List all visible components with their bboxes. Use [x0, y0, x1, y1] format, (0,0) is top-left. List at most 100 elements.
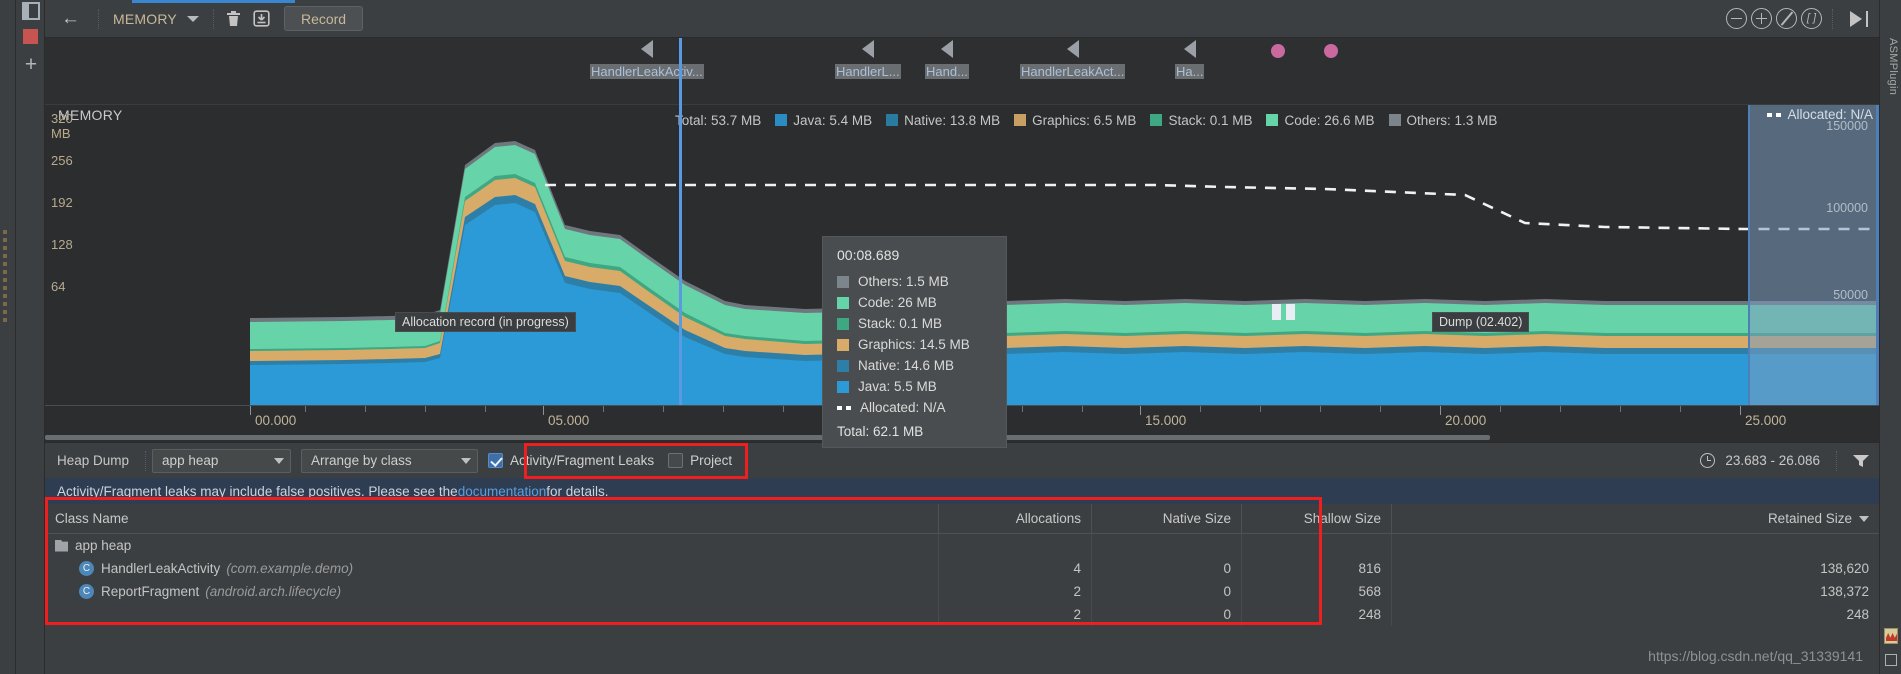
record-button[interactable]: Record	[283, 6, 364, 31]
asm-plugin-tab[interactable]: ASMPlugin	[1883, 38, 1899, 158]
toolbar-right-controls: [ ]	[1726, 8, 1879, 29]
heap-dump-tag[interactable]: Dump (02.402)	[1432, 312, 1530, 332]
heap-dump-title: Heap Dump	[57, 453, 130, 468]
col-shallow-size[interactable]: Shallow Size	[1242, 504, 1392, 533]
arrange-select[interactable]: Arrange by class	[301, 448, 479, 473]
activity-event-label: HandlerLeakActiv...	[590, 64, 704, 79]
record-button-label: Record	[300, 10, 347, 27]
activity-event[interactable]: Hand...	[925, 40, 969, 79]
user-event-dot[interactable]	[1324, 44, 1338, 58]
legend-total: Total: 53.7 MB	[675, 113, 761, 128]
tooltip-allocated-label: Allocated: N/A	[860, 400, 946, 415]
right-tool-strip: ASMPlugin	[1879, 0, 1901, 674]
class-name-label: ReportFragment	[101, 584, 200, 599]
banner-text-after: for details.	[546, 483, 609, 499]
cell-class-name	[45, 603, 939, 626]
tooltip-stack-label: Stack: 0.1 MB	[858, 316, 943, 331]
tool-window-icon[interactable]	[22, 2, 40, 20]
left-gutter	[0, 0, 16, 674]
allocation-record-tag[interactable]: Allocation record (in progress)	[395, 312, 576, 332]
back-button[interactable]: ←	[45, 9, 92, 28]
activity-event[interactable]: HandlerLeakAct...	[1020, 40, 1126, 79]
table-row[interactable]: C HandlerLeakActivity (com.example.demo)…	[45, 557, 1879, 580]
table-row[interactable]: app heap	[45, 534, 1879, 557]
tooltip-row-graphics: Graphics: 14.5 MB	[823, 334, 1006, 355]
checkbox-icon[interactable]	[668, 453, 684, 468]
chevron-down-icon	[274, 457, 285, 464]
cell-native-size: 0	[1092, 557, 1242, 580]
divider	[212, 8, 214, 29]
project-checkbox[interactable]: Project	[668, 453, 732, 468]
heap-dump-table[interactable]: Class Name Allocations Native Size Shall…	[45, 504, 1879, 638]
zoom-out-icon[interactable]	[1726, 8, 1747, 29]
activity-event-label: HandlerLeakAct...	[1020, 64, 1126, 79]
cell-shallow-size: 248	[1242, 603, 1392, 626]
trash-icon[interactable]	[220, 6, 248, 32]
table-row[interactable]: 2 0 248 248	[45, 603, 1879, 626]
table-row[interactable]: C ReportFragment (android.arch.lifecycle…	[45, 580, 1879, 603]
cell-retained-size	[1392, 534, 1879, 557]
cell-allocations: 2	[939, 603, 1092, 626]
class-icon: C	[79, 584, 94, 599]
active-tab-underline	[132, 0, 295, 3]
legend-native-label: Native: 13.8 MB	[904, 112, 1001, 128]
cell-retained-size: 248	[1846, 607, 1869, 622]
user-event-dot[interactable]	[1271, 44, 1285, 58]
legend-total-label: Total: 53.7 MB	[675, 112, 762, 128]
reset-zoom-icon[interactable]	[1776, 8, 1797, 29]
leaks-checkbox[interactable]: Activity/Fragment Leaks	[488, 453, 654, 468]
jump-to-live-icon[interactable]	[1849, 9, 1871, 29]
activity-event[interactable]: HandlerLeakActiv...	[590, 40, 704, 79]
legend-stack: Stack: 0.1 MB	[1150, 113, 1252, 128]
tooltip-native-label: Native: 14.6 MB	[858, 358, 955, 373]
heap-dump-selection-region[interactable]: 150000 100000 50000	[1748, 105, 1879, 405]
memory-profiler-window: + ← MEMORY Record [ ] ASMPlugin HandlerL…	[0, 0, 1901, 674]
project-checkbox-label: Project	[690, 453, 733, 468]
zoom-to-selection-icon[interactable]: [ ]	[1801, 8, 1822, 29]
activity-collapse-arrow	[861, 40, 874, 58]
col-class-name[interactable]: Class Name	[45, 504, 939, 533]
tooltip-row-allocated: Allocated: N/A	[823, 397, 1006, 418]
banner-text-before: Activity/Fragment leaks may include fals…	[57, 483, 458, 499]
checkbox-icon[interactable]	[488, 453, 504, 468]
tooltip-java-label: Java: 5.5 MB	[858, 379, 937, 394]
plus-icon[interactable]: +	[22, 54, 40, 75]
cell-class-name: C HandlerLeakActivity (com.example.demo)	[45, 557, 939, 580]
scrollbar-thumb[interactable]	[45, 435, 1490, 440]
documentation-link[interactable]: documentation	[458, 484, 547, 499]
cell-allocations: 2	[939, 580, 1092, 603]
chevron-down-icon[interactable]	[186, 15, 199, 22]
tool-window-icon[interactable]	[1885, 654, 1897, 666]
timeline-playhead[interactable]	[679, 38, 682, 405]
gc-marker-icon[interactable]	[1286, 304, 1295, 320]
export-capture-icon[interactable]	[248, 6, 276, 32]
gc-marker-icon[interactable]	[1272, 304, 1281, 320]
col-native-size[interactable]: Native Size	[1092, 504, 1242, 533]
tooltip-row-stack: Stack: 0.1 MB	[823, 313, 1006, 334]
divider	[145, 450, 147, 471]
cell-class-name: C ReportFragment (android.arch.lifecycle…	[45, 580, 939, 603]
x-tick-label: 00.000	[255, 413, 297, 428]
heap-icon	[55, 539, 68, 552]
heap-select[interactable]: app heap	[152, 448, 292, 473]
session-label: MEMORY	[113, 10, 177, 27]
graphics-swatch	[837, 338, 849, 351]
sort-desc-icon	[1859, 515, 1869, 522]
package-label: (android.arch.lifecycle)	[205, 584, 342, 599]
class-name-label: HandlerLeakActivity	[101, 561, 221, 576]
profiler-toolbar: ← MEMORY Record [ ]	[45, 0, 1879, 38]
tooltip-others-label: Others: 1.5 MB	[858, 274, 949, 289]
filter-icon[interactable]	[1853, 454, 1869, 468]
activity-event[interactable]: Ha...	[1175, 40, 1205, 79]
allocated-swatch	[837, 402, 851, 414]
zoom-in-icon[interactable]	[1751, 8, 1772, 29]
cell-native-size	[1092, 534, 1242, 557]
memory-tooltip: 00:08.689 Others: 1.5 MB Code: 26 MB Sta…	[822, 236, 1007, 448]
cell-native-size: 0	[1092, 603, 1242, 626]
tool-window-column: +	[16, 0, 45, 674]
activity-event-label: HandlerL...	[835, 64, 901, 79]
activity-event[interactable]: HandlerL...	[835, 40, 901, 79]
stop-icon[interactable]	[23, 29, 38, 44]
col-retained-size[interactable]: Retained Size	[1392, 504, 1879, 533]
col-allocations[interactable]: Allocations	[939, 504, 1092, 533]
